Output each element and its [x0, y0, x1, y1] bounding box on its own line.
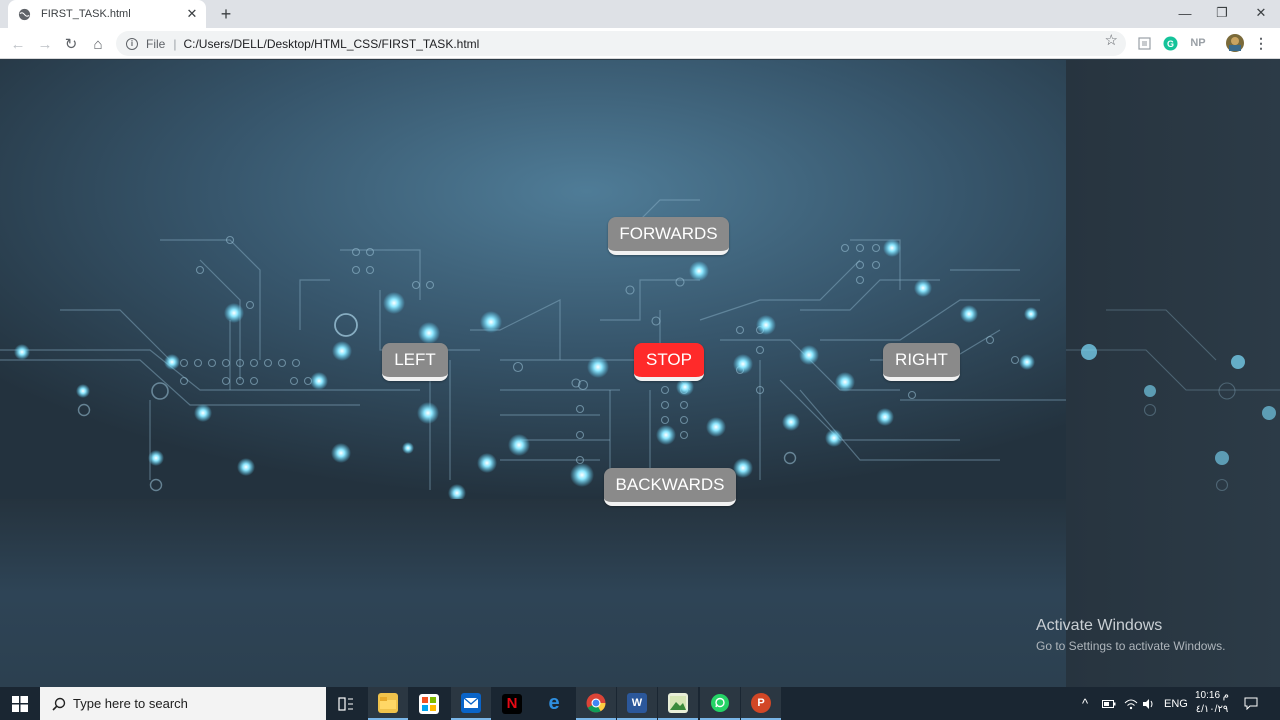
- bookmark-star-icon[interactable]: ☆: [1105, 31, 1118, 49]
- info-icon[interactable]: i: [126, 37, 138, 50]
- whatsapp-icon[interactable]: [700, 687, 740, 720]
- address-bar[interactable]: i File | C:/Users/DELL/Desktop/HTML_CSS/…: [116, 31, 1126, 56]
- windows-start-icon[interactable]: [0, 687, 40, 720]
- tab-strip: FIRST_TASK.html ✕ + — ❐ ✕: [0, 0, 1280, 28]
- forwards-button[interactable]: FORWARDS: [608, 217, 729, 255]
- activate-windows-watermark: Activate Windows Go to Settings to activ…: [1036, 617, 1225, 653]
- page-content: FORWARDS LEFT STOP RIGHT BACKWARDS Activ…: [0, 60, 1280, 687]
- netflix-icon[interactable]: N: [492, 687, 532, 720]
- circuit-background-tile: [1066, 309, 1280, 492]
- maximize-button[interactable]: ❐: [1203, 0, 1241, 26]
- back-arrow-icon[interactable]: ←: [7, 33, 29, 55]
- chrome-icon[interactable]: [576, 687, 616, 720]
- edge-icon[interactable]: e: [534, 687, 574, 720]
- circuit-background: [0, 60, 1066, 499]
- scheme-label: File: [146, 36, 166, 51]
- close-window-button[interactable]: ✕: [1242, 0, 1280, 26]
- grammarly-icon[interactable]: G: [1162, 34, 1178, 52]
- left-button[interactable]: LEFT: [382, 343, 448, 381]
- task-view-icon[interactable]: [326, 687, 366, 720]
- close-tab-icon[interactable]: ✕: [184, 6, 200, 22]
- url-text[interactable]: C:/Users/DELL/Desktop/HTML_CSS/FIRST_TAS…: [183, 37, 479, 51]
- browser-toolbar: ← → ↻ ⌂ i File | C:/Users/DELL/Desktop/H…: [0, 28, 1280, 59]
- menu-icon[interactable]: ⋮: [1254, 34, 1268, 52]
- scheme-separator: |: [173, 36, 177, 51]
- np-extension-icon[interactable]: NP: [1189, 34, 1207, 52]
- taskbar-clock[interactable]: 10:16 م ٤/١٠/٢٩: [1190, 689, 1234, 717]
- globe-icon: [17, 7, 31, 21]
- chevron-up-icon[interactable]: ^: [1082, 687, 1096, 720]
- svg-text:G: G: [1166, 39, 1173, 49]
- stop-button[interactable]: STOP: [634, 343, 704, 381]
- taskbar: Type here to search N e W P ^ ENG 10:16 …: [0, 687, 1280, 720]
- browser-tab[interactable]: FIRST_TASK.html ✕: [8, 0, 206, 28]
- extension-icon[interactable]: [1137, 34, 1151, 52]
- photos-icon[interactable]: [658, 687, 698, 720]
- notification-icon[interactable]: [1244, 687, 1262, 720]
- home-icon[interactable]: ⌂: [87, 33, 109, 55]
- tab-title: FIRST_TASK.html: [41, 8, 131, 20]
- volume-icon[interactable]: [1142, 687, 1156, 720]
- right-background: [1066, 60, 1280, 687]
- watermark-subtitle: Go to Settings to activate Windows.: [1036, 639, 1226, 653]
- file-explorer-icon[interactable]: [368, 687, 408, 720]
- watermark-title: Activate Windows: [1036, 617, 1163, 634]
- store-icon[interactable]: [409, 687, 449, 720]
- search-icon: [52, 697, 66, 711]
- right-button[interactable]: RIGHT: [883, 343, 960, 381]
- clock-date: ٤/١٠/٢٩: [1195, 704, 1229, 715]
- mail-icon[interactable]: [451, 687, 491, 720]
- word-icon[interactable]: W: [617, 687, 657, 720]
- language-indicator[interactable]: ENG: [1164, 687, 1188, 720]
- minimize-button[interactable]: —: [1166, 0, 1204, 26]
- clock-time: 10:16 م: [1194, 690, 1229, 701]
- avatar[interactable]: [1226, 34, 1244, 52]
- battery-icon[interactable]: [1102, 687, 1118, 720]
- search-placeholder: Type here to search: [73, 696, 188, 711]
- new-tab-button[interactable]: +: [216, 4, 236, 24]
- backwards-button[interactable]: BACKWARDS: [604, 468, 736, 506]
- forward-arrow-icon[interactable]: →: [34, 33, 56, 55]
- lower-background: [0, 499, 1066, 687]
- reload-icon[interactable]: ↻: [60, 33, 82, 55]
- powerpoint-icon[interactable]: P: [741, 687, 781, 720]
- taskbar-search-box[interactable]: Type here to search: [40, 687, 326, 720]
- wifi-icon[interactable]: [1124, 687, 1138, 720]
